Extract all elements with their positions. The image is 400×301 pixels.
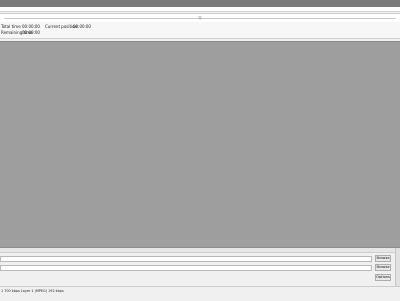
- title-bar: [0, 0, 400, 7]
- status-bar: 1 700 kbps Layer 1 (MPEG) 192 kbps: [0, 286, 400, 301]
- total-time-label: Total time: [1, 24, 21, 29]
- input-field-2[interactable]: [0, 265, 372, 271]
- menu-strip: [0, 7, 400, 12]
- current-position-value: 00:00:00: [73, 24, 91, 29]
- video-display-area[interactable]: [0, 41, 400, 248]
- input-field-1[interactable]: [0, 256, 372, 262]
- time-info-panel: Total time 00:00:00 Remaining time 00:00…: [0, 22, 400, 39]
- options-button[interactable]: Options: [375, 274, 391, 281]
- seek-marker-icon[interactable]: ▽: [198, 15, 201, 20]
- browse-button-1[interactable]: Browse: [375, 255, 391, 262]
- bottom-controls: Browse Browse Options: [0, 248, 400, 286]
- total-time-value: 00:00:00: [22, 24, 40, 29]
- control-strip: [0, 248, 400, 253]
- browse-button-2[interactable]: Browse: [375, 264, 391, 271]
- status-text: 1 700 kbps Layer 1 (MPEG) 192 kbps: [1, 289, 64, 293]
- remaining-time-value: 00:00:00: [22, 30, 40, 35]
